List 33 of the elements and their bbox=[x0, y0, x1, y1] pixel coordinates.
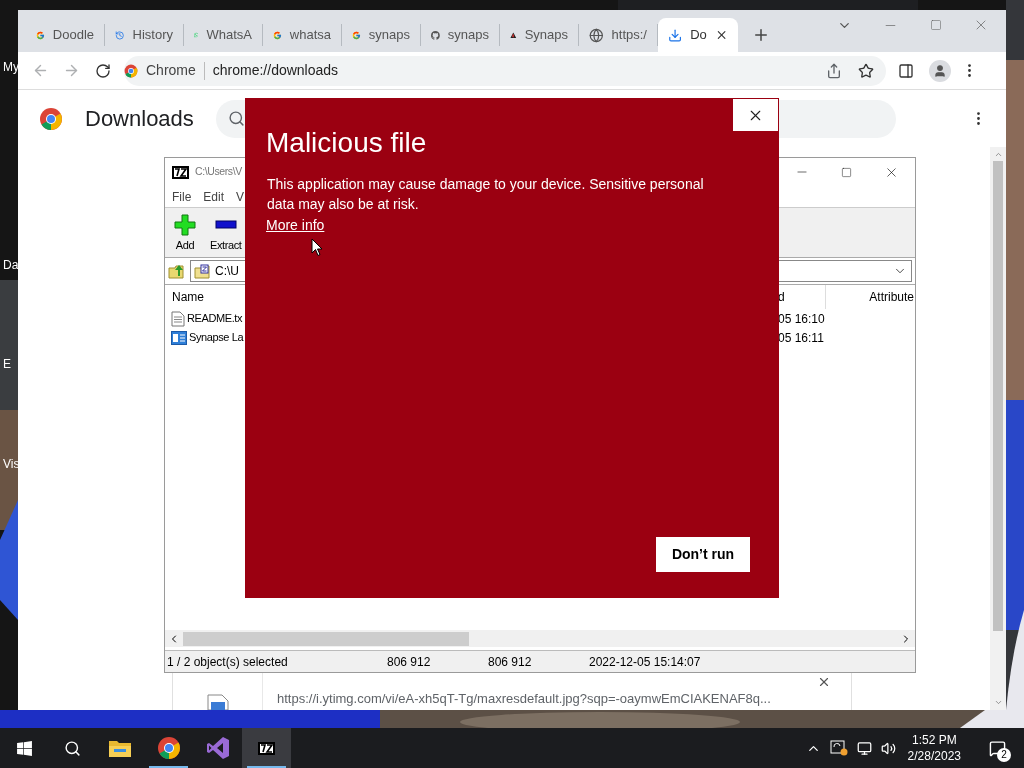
more-info-link[interactable]: More info bbox=[266, 215, 325, 236]
status-text: 806 912 bbox=[487, 653, 533, 671]
toolbar-button[interactable]: Add bbox=[170, 214, 200, 252]
download-url: https://i.ytimg.com/vi/eA-xh5qT-Tg/maxresdefault.jpg?sqp=-oaymwEmCIAKENAF8q... bbox=[277, 690, 772, 708]
address-bar[interactable]: Chrome chrome://downloads bbox=[124, 55, 886, 86]
menu-item[interactable]: File bbox=[172, 187, 192, 206]
menu-item[interactable]: Edit bbox=[203, 187, 225, 206]
warning-message: This application may cause damage to your device. Sensitive personal data may also be at risk. bbox=[266, 175, 705, 214]
column-header[interactable]: Attribute bbox=[826, 288, 915, 306]
browser-tab[interactable]: whatsa bbox=[263, 24, 342, 46]
status-text: 1 / 2 object(s) selected bbox=[166, 653, 289, 671]
browser-tab[interactable]: History bbox=[105, 24, 184, 46]
menu-item[interactable]: V bbox=[236, 187, 245, 206]
browser-tab[interactable]: Doodle bbox=[26, 24, 105, 46]
toolbar-button[interactable]: Extract bbox=[206, 214, 246, 252]
notification-count: 2 bbox=[997, 748, 1011, 762]
window-title: C:\Users\V bbox=[195, 164, 242, 180]
clock-time[interactable]: 1:52 PM bbox=[911, 732, 957, 748]
browser-tab[interactable]: synaps bbox=[342, 24, 421, 46]
file-name: README.tx bbox=[187, 311, 243, 327]
modified-date: 05 16:10 bbox=[777, 310, 826, 328]
clock-date[interactable]: 2/28/2023 bbox=[907, 748, 961, 764]
status-text: 2022-12-05 15:14:07 bbox=[588, 653, 702, 671]
modified-date: 05 16:11 bbox=[777, 329, 825, 347]
browser-tab[interactable]: synaps bbox=[421, 24, 500, 46]
dont-run-button[interactable]: Don’t run bbox=[656, 537, 750, 572]
page-title: Downloads bbox=[85, 105, 194, 133]
file-name: Synapse La bbox=[189, 330, 244, 346]
dialog-title: Malicious file bbox=[265, 126, 427, 160]
browser-tab[interactable]: Synaps bbox=[500, 24, 579, 46]
browser-tab[interactable]: WhatsA bbox=[184, 24, 263, 46]
browser-tab[interactable]: Do bbox=[658, 18, 738, 52]
status-text: 806 912 bbox=[386, 653, 432, 671]
